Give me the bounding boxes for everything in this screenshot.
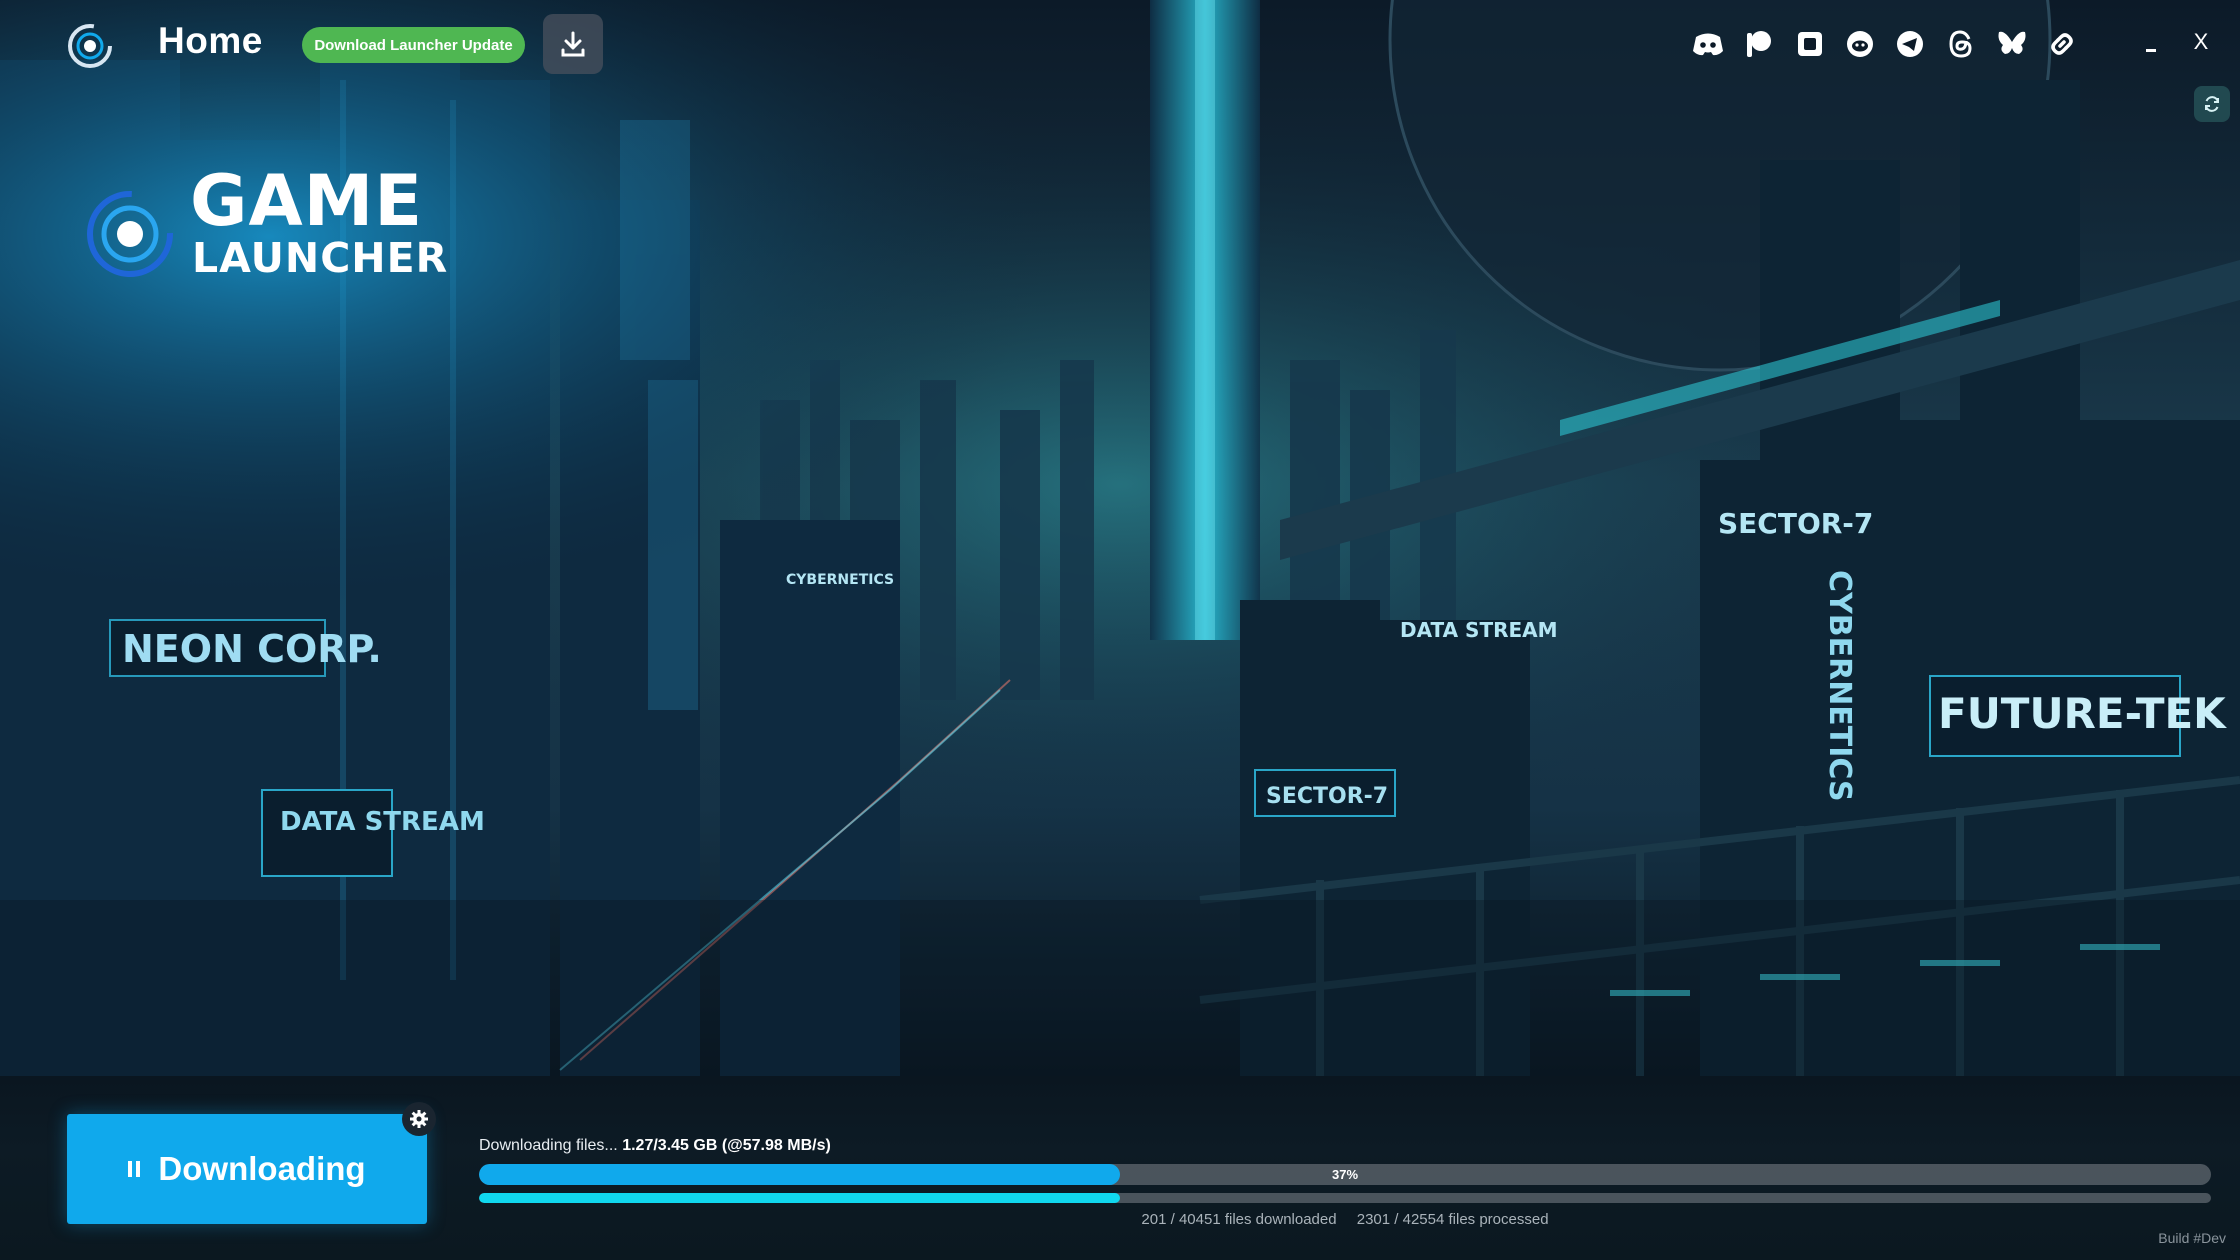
build-label: Build #Dev	[2158, 1230, 2226, 1246]
files-progress-bar	[479, 1193, 2211, 1203]
refresh-icon[interactable]	[2194, 86, 2230, 122]
sign-neon-corp: NEON CORP.	[122, 627, 382, 671]
game-logo-line1: GAME	[190, 160, 424, 242]
sign-future-tek: FUTURE-TEK	[1938, 689, 2227, 738]
download-status-detail: 1.27/3.45 GB (@57.98 MB/s)	[622, 1137, 831, 1154]
sign-sector7-center: SECTOR-7	[1266, 784, 1388, 809]
page-title: Home	[158, 20, 263, 61]
game-logo-icon	[87, 191, 173, 277]
download-launcher-update-button[interactable]: Download Launcher Update	[302, 27, 525, 63]
download-status: Downloading files... 1.27/3.45 GB (@57.9…	[479, 1137, 831, 1155]
files-downloaded: 201 / 40451 files downloaded	[1141, 1211, 1337, 1228]
pause-icon	[128, 1161, 142, 1177]
file-counts: 201 / 40451 files downloaded 2301 / 4255…	[479, 1211, 2211, 1228]
sign-sector7-right: SECTOR-7	[1718, 507, 1873, 540]
download-icon[interactable]	[543, 14, 603, 74]
reddit-icon[interactable]	[1842, 26, 1878, 62]
bluesky-icon[interactable]	[1994, 26, 2030, 62]
download-progress-percent: 37%	[1331, 1167, 1359, 1182]
game-logo-line2: LAUNCHER	[192, 234, 449, 282]
telegram-icon[interactable]	[1892, 26, 1928, 62]
sign-cybernetics-right: CYBERNETICS	[1822, 570, 1857, 802]
threads-icon[interactable]	[1943, 26, 1979, 62]
sign-cybernetics-small: CYBERNETICS	[786, 572, 894, 588]
top-bar: Home Download Launcher Update X	[0, 0, 2240, 122]
orbit-logo-icon[interactable]	[62, 18, 118, 74]
download-status-prefix: Downloading files...	[479, 1137, 618, 1154]
patreon-icon[interactable]	[1741, 26, 1777, 62]
downloading-button-label: Downloading	[158, 1150, 366, 1187]
minimize-icon[interactable]	[2138, 22, 2166, 62]
discord-icon[interactable]	[1690, 26, 1726, 62]
close-button[interactable]: X	[2186, 22, 2216, 62]
kofi-icon[interactable]	[1792, 26, 1828, 62]
download-progress-bar: 37%	[479, 1164, 2211, 1185]
link-icon[interactable]	[2044, 26, 2080, 62]
files-progress-fill	[479, 1193, 1120, 1203]
gear-icon[interactable]	[402, 1102, 436, 1136]
game-logo: GAME LAUNCHER	[84, 166, 454, 290]
files-processed: 2301 / 42554 files processed	[1356, 1211, 1549, 1228]
sign-data-stream-center: DATA STREAM	[1400, 618, 1558, 642]
sign-data-stream-left: DATA STREAM	[280, 807, 485, 837]
downloading-button[interactable]: Downloading	[67, 1114, 427, 1224]
